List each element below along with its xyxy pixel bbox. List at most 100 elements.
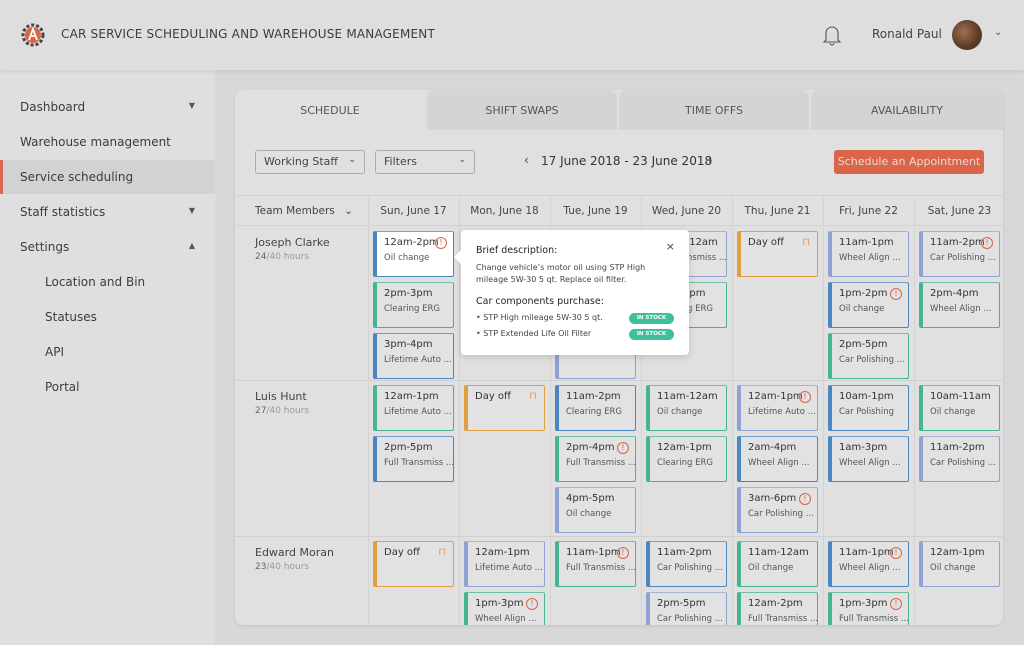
appointment-card[interactable]: 11am-2pm Car Polishing ... xyxy=(646,541,727,587)
appointment-service: Oil change xyxy=(839,304,885,314)
appointment-card[interactable]: 10am-1pm Car Polishing xyxy=(828,385,909,431)
appointment-card[interactable]: 12am-1pm Clearing ERG xyxy=(646,436,727,482)
appointment-time: 11am-2pm xyxy=(657,547,712,558)
grid-header: Team Members ⌄ Sun, June 17 Mon, June 18 T… xyxy=(235,195,1003,226)
appointment-card[interactable]: 11am-2pm Car Polishing ... xyxy=(919,436,1000,482)
member-hours: 23/40 hours xyxy=(255,562,309,572)
purchase-item-name: • STP Extended Life Oil Filter xyxy=(476,329,592,338)
appointment-time: 1am-3pm xyxy=(839,442,888,453)
appointment-card[interactable]: 1am-3pm Wheel Align ... xyxy=(828,436,909,482)
day-off-card[interactable]: Day off ⊓ xyxy=(464,385,545,431)
hours-total: /40 hours xyxy=(266,562,310,572)
appointment-service: Clearing ERG xyxy=(566,407,622,417)
appointment-card[interactable]: 11am-12am Oil change xyxy=(646,385,727,431)
caret-down-icon[interactable]: ▼ xyxy=(189,206,195,215)
sidebar-item-portal[interactable]: Portal xyxy=(0,370,215,404)
sidebar-item-api[interactable]: API xyxy=(0,335,215,369)
appointment-card[interactable]: 12am-1pm Lifetime Auto ...! xyxy=(737,385,818,431)
appointment-card[interactable]: 1pm-3pm Full Transmiss ...! xyxy=(828,592,909,625)
day-header: Fri, June 22 xyxy=(839,205,898,217)
sidebar-item-label: Staff statistics xyxy=(20,205,106,219)
filters-select-value: Filters xyxy=(384,155,417,168)
appointment-service: Car Polishing ... xyxy=(930,253,996,263)
appointment-service: Full Transmiss ... xyxy=(566,563,636,573)
appointment-service: Clearing ERG xyxy=(657,458,713,468)
column-divider xyxy=(823,195,824,625)
appointment-card[interactable]: 11am-2pm Clearing ERG xyxy=(555,385,636,431)
sidebar-item-label: Portal xyxy=(45,380,80,394)
appointment-card[interactable]: 1pm-3pm Wheel Align ...! xyxy=(464,592,545,625)
caret-up-icon[interactable]: ▲ xyxy=(189,241,195,250)
appointment-card[interactable]: 2pm-5pm Car Polishing ... xyxy=(646,592,727,625)
appointment-card[interactable]: 1pm-2pm Oil change! xyxy=(828,282,909,328)
tab-schedule[interactable]: SCHEDULE xyxy=(235,90,425,130)
appointment-card[interactable]: 11am-12am Oil change xyxy=(737,541,818,587)
filters-select[interactable]: Filters ⌄ xyxy=(375,150,475,174)
appointment-service: Car Polishing ... xyxy=(657,563,723,573)
next-week-button[interactable]: › xyxy=(708,153,713,167)
sidebar-item-service-scheduling[interactable]: Service scheduling xyxy=(0,160,215,194)
warning-icon: ! xyxy=(799,391,811,403)
appointment-card[interactable]: 10am-11am Oil change xyxy=(919,385,1000,431)
close-icon[interactable]: × xyxy=(666,240,675,253)
purchase-item-name: • STP High mileage 5W-30 5 qt. xyxy=(476,313,603,322)
appointment-card[interactable]: 2am-4pm Wheel Align ... xyxy=(737,436,818,482)
appointment-service: Oil change xyxy=(748,563,794,573)
day-off-card[interactable]: Day off ⊓ xyxy=(737,231,818,277)
appointment-time: 10am-11am xyxy=(930,391,991,402)
appointment-card[interactable]: 3pm-4pm Lifetime Auto ... xyxy=(373,333,454,379)
sidebar-item-dashboard[interactable]: Dashboard ▼ xyxy=(0,90,215,124)
schedule-appointment-button[interactable]: Schedule an Appointment xyxy=(834,150,984,174)
appointment-card[interactable]: 12am-2pm Full Transmiss ... xyxy=(737,592,818,625)
sidebar: Dashboard ▼ Warehouse management Service sc… xyxy=(0,70,215,645)
appointment-card[interactable]: 3am-6pm Car Polishing ...! xyxy=(737,487,818,533)
appointment-card[interactable]: 2pm-5pm Full Transmiss ... xyxy=(373,436,454,482)
appointment-service: Oil change xyxy=(657,407,703,417)
tab-shift-swaps[interactable]: SHIFT SWAPS xyxy=(427,90,617,130)
app-title: CAR SERVICE SCHEDULING AND WAREHOUSE MAN… xyxy=(61,27,435,41)
appointment-card[interactable]: 2pm-3pm Clearing ERG xyxy=(373,282,454,328)
day-off-card[interactable]: Day off ⊓ xyxy=(373,541,454,587)
sidebar-item-staff-statistics[interactable]: Staff statistics ▼ xyxy=(0,195,215,229)
appointment-time: 2pm-4pm xyxy=(930,288,979,299)
appointment-card[interactable]: 12am-2pm Oil change! xyxy=(373,231,454,277)
appointment-time: 2pm-5pm xyxy=(839,339,888,350)
avatar[interactable] xyxy=(952,20,982,50)
appointment-card[interactable]: 11am-1pm Wheel Align ...! xyxy=(828,541,909,587)
appointment-card[interactable]: 12am-1pm Oil change xyxy=(919,541,1000,587)
appointment-card[interactable]: 11am-2pm Car Polishing ...! xyxy=(919,231,1000,277)
chevron-down-icon: ⌄ xyxy=(348,155,356,165)
popover-title: Brief description: xyxy=(476,245,558,256)
appointment-card[interactable]: 2pm-5pm Car Polishing ... xyxy=(828,333,909,379)
chevron-down-icon: ⌄ xyxy=(344,205,353,217)
appointment-card[interactable]: 4pm-5pm Oil change xyxy=(555,487,636,533)
team-members-header[interactable]: Team Members ⌄ xyxy=(255,205,355,217)
appointment-card[interactable]: 11am-1pm Full Transmiss ...! xyxy=(555,541,636,587)
member-name: Joseph Clarke xyxy=(255,236,330,249)
sidebar-item-statuses[interactable]: Statuses xyxy=(0,300,215,334)
staff-select[interactable]: Working Staff ⌄ xyxy=(255,150,365,174)
sidebar-item-warehouse-management[interactable]: Warehouse management xyxy=(0,125,215,159)
appointment-time: 2pm-5pm xyxy=(384,442,433,453)
caret-down-icon[interactable]: ▼ xyxy=(189,101,195,110)
hours-total: /40 hours xyxy=(266,252,310,262)
user-name[interactable]: Ronald Paul xyxy=(872,27,942,41)
warning-icon: ! xyxy=(890,547,902,559)
notification-bell-icon[interactable] xyxy=(822,23,842,47)
appointment-service: Wheel Align ... xyxy=(839,253,901,263)
appointment-card[interactable]: 11am-1pm Wheel Align ... xyxy=(828,231,909,277)
member-hours: 27/40 hours xyxy=(255,406,309,416)
appointment-card[interactable]: 12am-1pm Lifetime Auto ... xyxy=(373,385,454,431)
appointment-card[interactable]: 2pm-4pm Full Transmiss ...! xyxy=(555,436,636,482)
tab-time-offs[interactable]: TIME OFFS xyxy=(619,90,809,130)
appointment-time: 11am-2pm xyxy=(930,442,985,453)
tab-availability[interactable]: AVAILABILITY xyxy=(811,90,1003,130)
chevron-down-icon[interactable]: ⌄ xyxy=(994,27,1002,38)
sidebar-item-location-and-bin[interactable]: Location and Bin xyxy=(0,265,215,299)
sidebar-item-label: API xyxy=(45,345,64,359)
appointment-card[interactable]: 2pm-4pm Wheel Align ... xyxy=(919,282,1000,328)
prev-week-button[interactable]: ‹ xyxy=(524,153,529,167)
appointment-card[interactable]: 12am-1pm Lifetime Auto ... xyxy=(464,541,545,587)
appointment-service: Car Polishing ... xyxy=(839,355,905,365)
sidebar-item-settings[interactable]: Settings ▲ xyxy=(0,230,215,264)
